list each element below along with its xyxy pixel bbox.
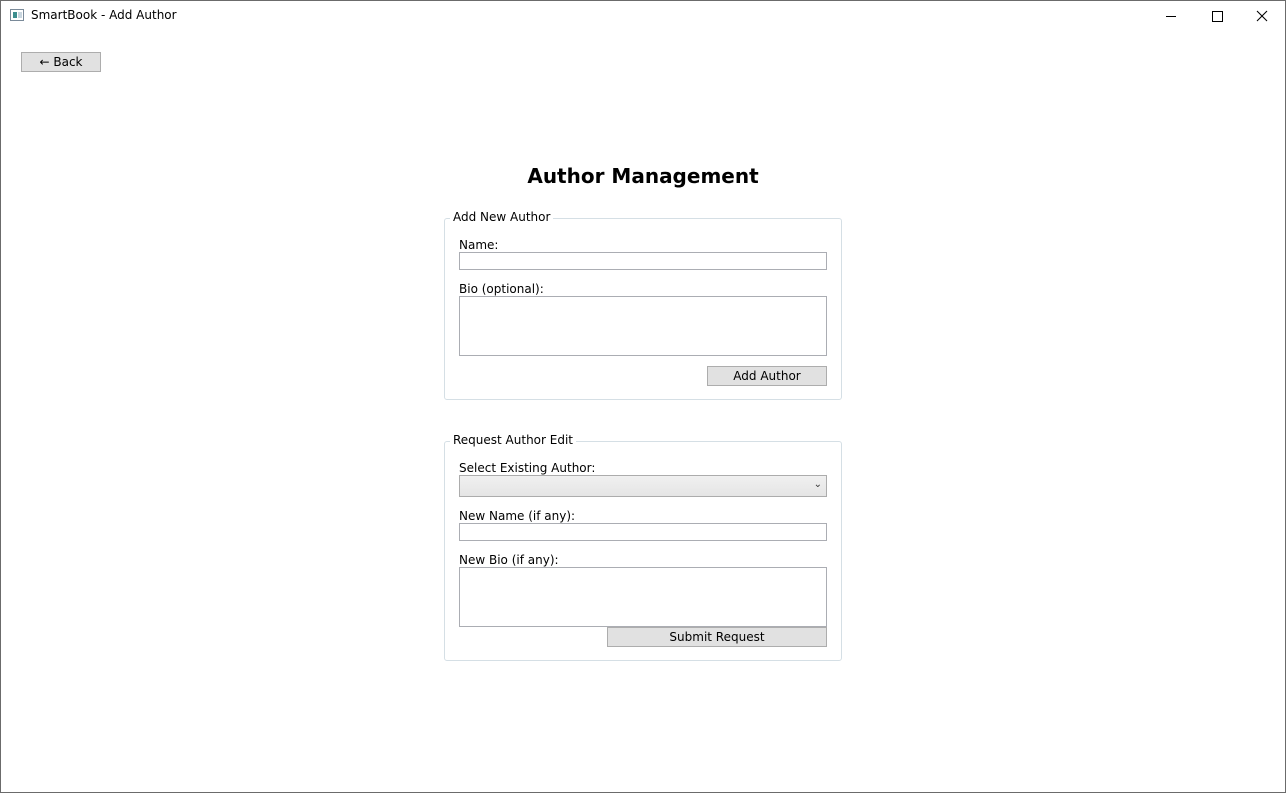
- edit-request-group: Request Author Edit Select Existing Auth…: [444, 433, 842, 661]
- close-icon: [1256, 10, 1268, 22]
- bio-textarea[interactable]: [459, 296, 827, 356]
- minimize-icon: [1166, 15, 1176, 17]
- new-bio-label: New Bio (if any):: [459, 553, 559, 567]
- back-button[interactable]: ← Back: [21, 52, 101, 72]
- close-button[interactable]: [1239, 1, 1285, 31]
- title-bar: SmartBook - Add Author: [1, 1, 1285, 31]
- app-window: SmartBook - Add Author ← Back Author Man…: [0, 0, 1286, 793]
- submit-request-button[interactable]: Submit Request: [607, 627, 827, 647]
- chevron-down-icon: ⌄: [813, 479, 822, 490]
- name-label: Name:: [459, 238, 499, 252]
- maximize-button[interactable]: [1194, 1, 1240, 31]
- window-title: SmartBook - Add Author: [31, 8, 177, 22]
- author-select-dropdown[interactable]: ⌄: [459, 475, 827, 497]
- add-author-group-title: Add New Author: [450, 210, 554, 224]
- add-author-button[interactable]: Add Author: [707, 366, 827, 386]
- new-name-field[interactable]: [459, 523, 827, 541]
- edit-request-group-title: Request Author Edit: [450, 433, 577, 447]
- minimize-button[interactable]: [1148, 1, 1194, 31]
- app-window-icon: [10, 9, 24, 21]
- new-name-label: New Name (if any):: [459, 509, 576, 523]
- maximize-icon: [1211, 10, 1223, 22]
- add-author-group: Add New Author Name: Bio (optional): Add…: [444, 210, 842, 400]
- select-author-label: Select Existing Author:: [459, 461, 596, 475]
- name-field[interactable]: [459, 252, 827, 270]
- new-bio-textarea[interactable]: [459, 567, 827, 627]
- bio-label: Bio (optional):: [459, 282, 544, 296]
- page-title: Author Management: [527, 164, 759, 188]
